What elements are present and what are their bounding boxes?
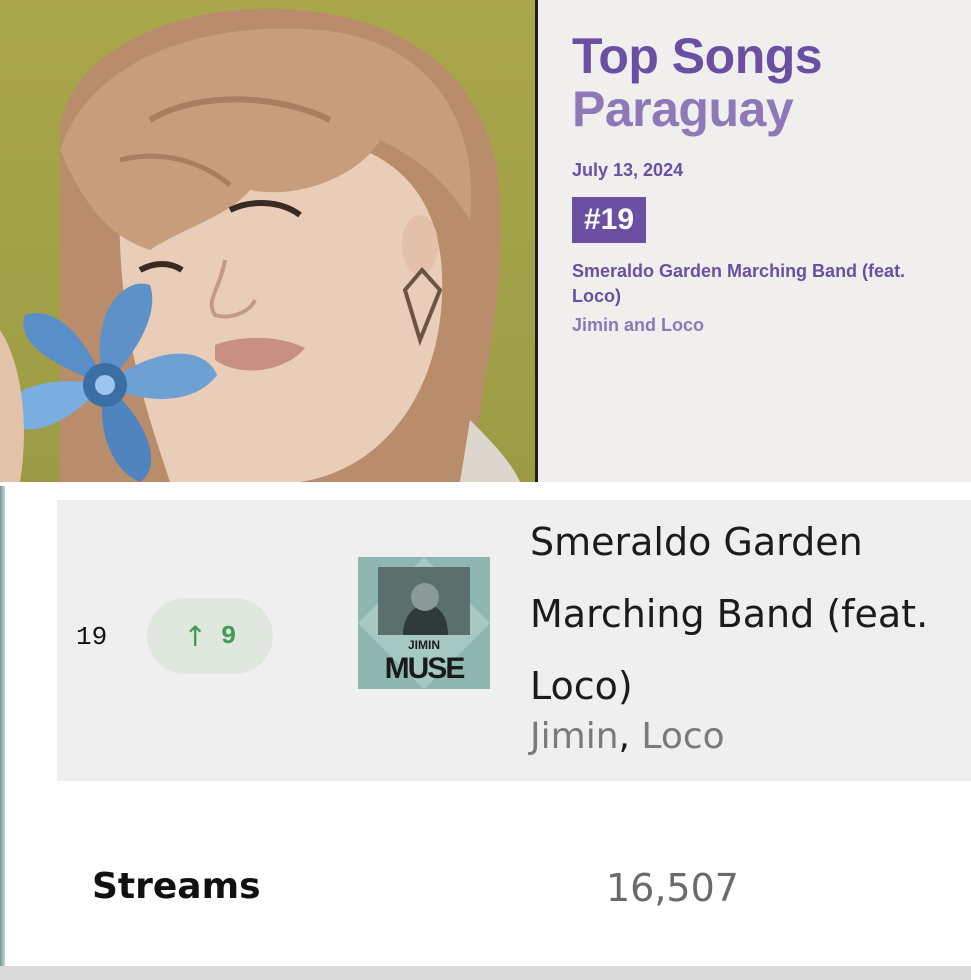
rank-badge: #19 [572,197,647,243]
artist-link-jimin[interactable]: Jimin [530,716,619,757]
card-title: Top Songs [572,28,823,84]
artist-photo [0,0,535,482]
streams-value: 16,507 [606,866,739,910]
card-song-title: Smeraldo Garden Marching Band (feat. Loc… [572,261,906,306]
chart-row[interactable]: 19 ↑ 9 JIMIN MUSE Smeraldo Garden Marchi… [57,500,971,781]
artist-link-loco[interactable]: Loco [630,716,724,757]
streams-label: Streams [92,866,261,907]
row-rank: 19 [76,622,108,652]
arrow-up-icon: ↑ [183,619,207,653]
album-cover[interactable]: JIMIN MUSE [358,557,490,689]
artist-separator: , [618,716,630,757]
album-cover-line1: JIMIN [408,638,440,652]
chart-card: Top Songs Paraguay July 13, 2024 #19 Sme… [538,0,971,482]
bottom-bar [0,966,971,980]
song-artists: Jimin, Loco [530,716,725,757]
chart-detail: 19 ↑ 9 JIMIN MUSE Smeraldo Garden Marchi… [0,486,971,980]
edge-strip [0,486,5,966]
card-artist: Jimin and Loco [572,315,705,335]
card-date: July 13, 2024 [572,160,684,180]
movement-value: 9 [220,621,237,651]
movement-badge: ↑ 9 [147,598,273,674]
song-title[interactable]: Smeraldo Garden Marching Band (feat. Loc… [530,506,950,722]
album-cover-line2: MUSE [385,652,465,685]
card-country: Paraguay [572,81,794,137]
